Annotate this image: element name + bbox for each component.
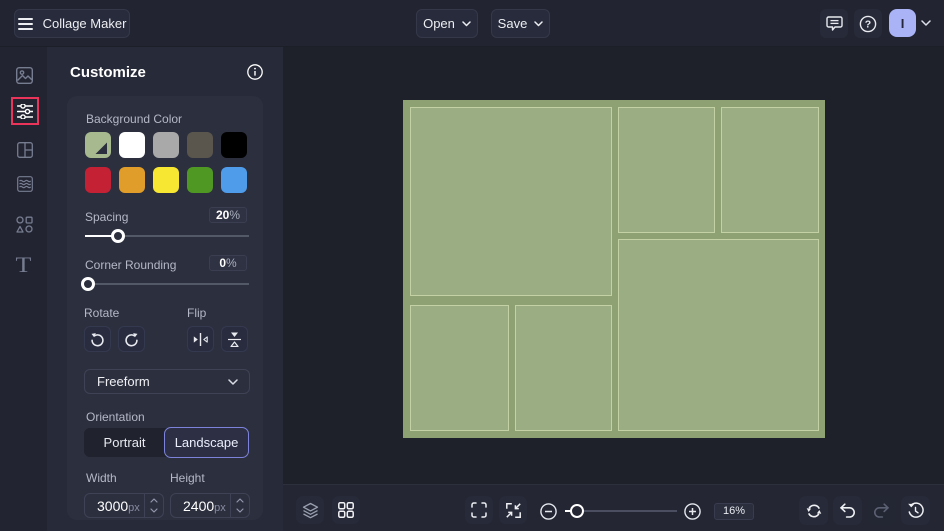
svg-text:?: ? (865, 18, 871, 30)
